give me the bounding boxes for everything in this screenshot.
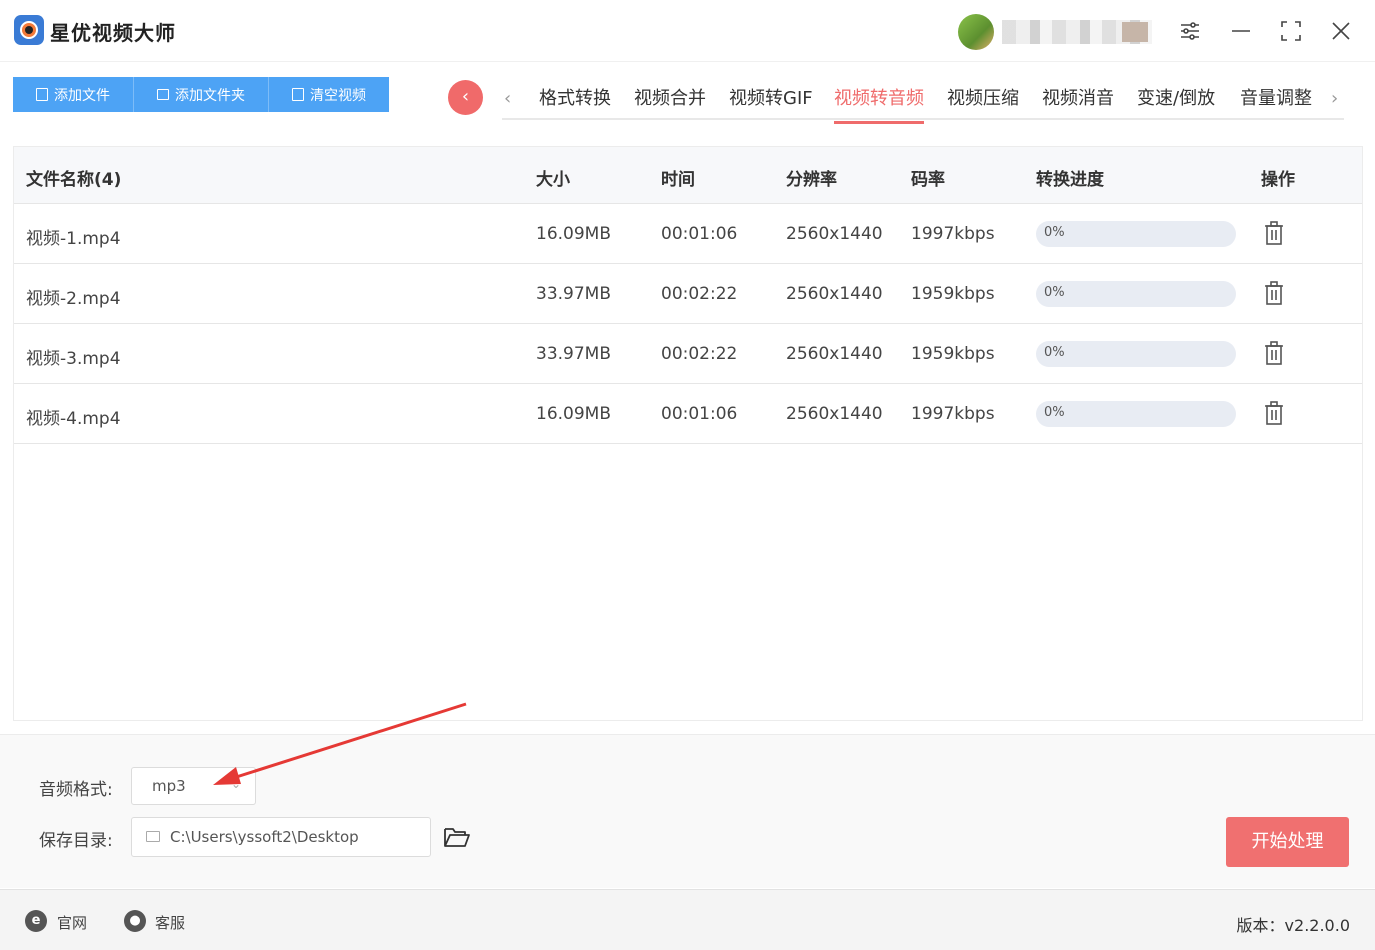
cell-bitrate: 1997kbps [911,404,995,424]
start-processing-button[interactable]: 开始处理 [1226,817,1349,867]
trash-icon [292,88,304,101]
table-row[interactable]: 视频-1.mp4 16.09MB 00:01:06 2560x1440 1997… [14,204,1362,264]
cell-filename: 视频-2.mp4 [26,289,121,309]
audio-format-select[interactable]: mp3 ⌄ [131,767,256,805]
tab-speed-reverse[interactable]: 变速/倒放 [1137,84,1215,120]
header-bitrate: 码率 [911,170,945,190]
cell-filename: 视频-1.mp4 [26,229,121,249]
table-row[interactable]: 视频-2.mp4 33.97MB 00:02:22 2560x1440 1959… [14,264,1362,324]
folder-icon [157,89,169,100]
website-link[interactable]: 官网 [57,912,87,933]
avatar[interactable] [958,14,994,50]
cell-filename: 视频-3.mp4 [26,349,121,369]
progress-bar: 0% [1036,341,1236,367]
title-bar: 星优视频大师 [0,0,1375,62]
cell-bitrate: 1959kbps [911,284,995,304]
header-actions: 操作 [1261,170,1295,190]
tab-video-mute[interactable]: 视频消音 [1042,84,1114,120]
save-path-field[interactable]: C:\Users\yssoft2\Desktop [131,817,431,857]
file-toolbar: 添加文件 添加文件夹 清空视频 [13,77,389,112]
progress-bar: 0% [1036,401,1236,427]
delete-trash-icon[interactable] [1264,401,1284,425]
tab-scroll-left-icon[interactable]: ‹ [504,88,511,109]
clear-videos-button[interactable]: 清空视频 [269,77,389,112]
settings-sliders-icon[interactable] [1175,16,1205,46]
file-icon [36,88,48,101]
open-folder-icon[interactable] [443,825,471,849]
cell-bitrate: 1997kbps [911,224,995,244]
footer-bar: e 官网 ● 客服 版本：v2.2.0.0 [0,889,1375,950]
save-path-value: C:\Users\yssoft2\Desktop [170,828,359,846]
website-icon[interactable]: e [25,910,47,932]
progress-bar: 0% [1036,281,1236,307]
chat-service-icon[interactable]: ● [124,910,146,932]
cell-time: 00:02:22 [661,284,738,304]
cell-time: 00:01:06 [661,224,738,244]
username-blurred [1002,20,1152,44]
tab-video-merge[interactable]: 视频合并 [634,84,706,120]
cell-resolution: 2560x1440 [786,344,883,364]
header-size: 大小 [536,170,570,190]
cell-resolution: 2560x1440 [786,404,883,424]
minimize-icon[interactable] [1226,16,1256,46]
cell-filename: 视频-4.mp4 [26,409,121,429]
app-title: 星优视频大师 [50,21,176,45]
tab-volume-adjust[interactable]: 音量调整 [1240,84,1312,120]
tab-scroll-right-icon[interactable]: › [1331,88,1338,109]
function-tabs: ‹ 格式转换 视频合并 视频转GIF 视频转音频 视频压缩 视频消音 变速/倒放… [502,80,1344,124]
maximize-icon[interactable] [1276,16,1306,46]
delete-trash-icon[interactable] [1264,281,1284,305]
header-filename: 文件名称(4) [26,170,122,190]
version-text: 版本：v2.2.0.0 [1236,916,1350,935]
add-folder-button[interactable]: 添加文件夹 [134,77,269,112]
customer-service-link[interactable]: 客服 [155,912,185,933]
cell-time: 00:02:22 [661,344,738,364]
tab-format-convert[interactable]: 格式转换 [539,84,611,120]
cell-size: 33.97MB [536,284,611,304]
cell-bitrate: 1959kbps [911,344,995,364]
add-file-button[interactable]: 添加文件 [13,77,134,112]
app-logo-icon [14,15,44,45]
collapse-back-button[interactable]: ‹ [448,80,483,115]
cell-resolution: 2560x1440 [786,284,883,304]
save-dir-label: 保存目录: [39,831,113,851]
progress-bar: 0% [1036,221,1236,247]
delete-trash-icon[interactable] [1264,341,1284,365]
cell-size: 16.09MB [536,404,611,424]
tab-video-to-gif[interactable]: 视频转GIF [729,84,813,120]
tab-video-to-audio[interactable]: 视频转音频 [834,84,924,124]
delete-trash-icon[interactable] [1264,221,1284,245]
table-header: 文件名称(4) 大小 时间 分辨率 码率 转换进度 操作 [14,147,1362,204]
audio-format-value: mp3 [152,777,186,795]
cell-time: 00:01:06 [661,404,738,424]
table-row[interactable]: 视频-4.mp4 16.09MB 00:01:06 2560x1440 1997… [14,384,1362,444]
cell-size: 33.97MB [536,344,611,364]
header-time: 时间 [661,170,695,190]
header-progress: 转换进度 [1036,170,1104,190]
cell-resolution: 2560x1440 [786,224,883,244]
close-icon[interactable] [1326,16,1356,46]
folder-icon [146,831,160,842]
audio-format-label: 音频格式: [39,780,113,800]
table-row[interactable]: 视频-3.mp4 33.97MB 00:02:22 2560x1440 1959… [14,324,1362,384]
chevron-down-icon: ⌄ [230,777,241,791]
header-resolution: 分辨率 [786,170,837,190]
file-table: 文件名称(4) 大小 时间 分辨率 码率 转换进度 操作 视频-1.mp4 16… [13,146,1363,721]
output-settings-panel: 音频格式: mp3 ⌄ 保存目录: C:\Users\yssoft2\Deskt… [0,734,1375,888]
cell-size: 16.09MB [536,224,611,244]
tab-video-compress[interactable]: 视频压缩 [947,84,1019,120]
